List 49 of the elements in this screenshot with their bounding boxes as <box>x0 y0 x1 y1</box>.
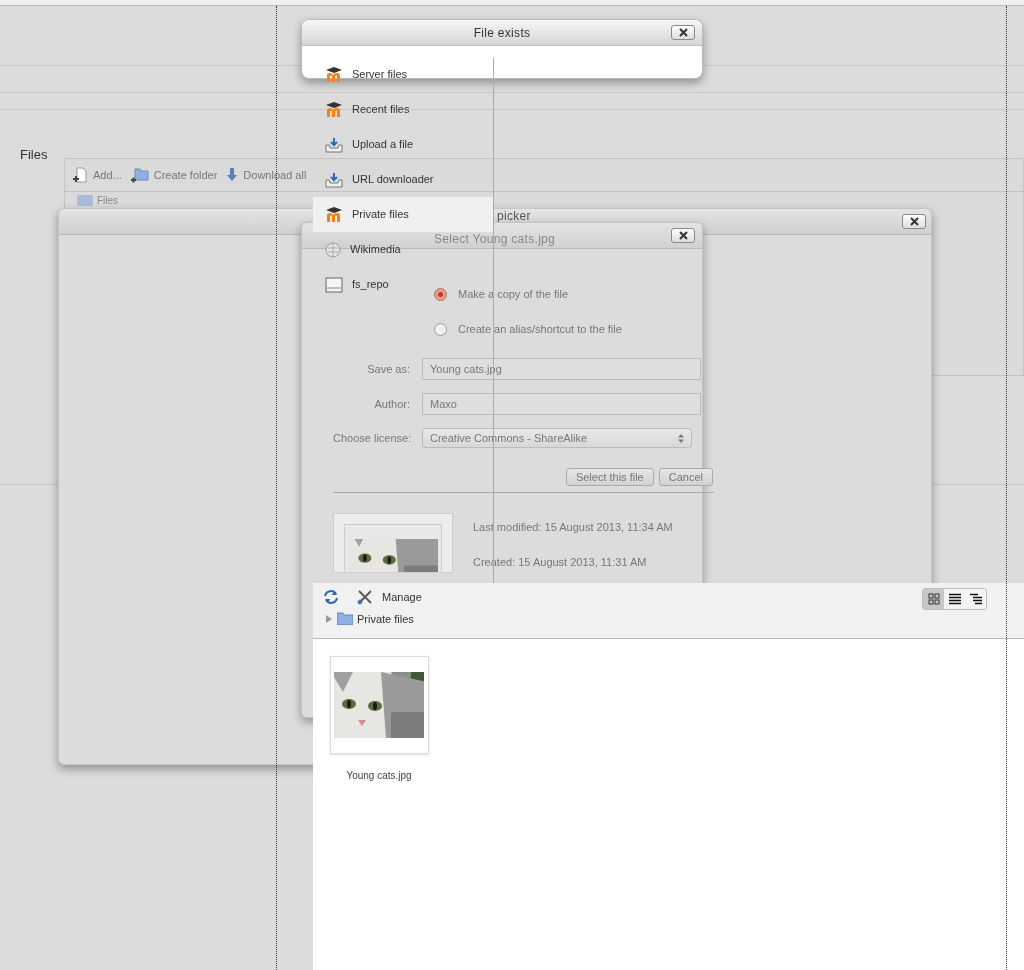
mortarboard-m-icon <box>325 206 343 223</box>
grid-icon <box>927 593 940 605</box>
up-down-arrows-icon <box>678 433 684 443</box>
field-label: Save as: <box>366 361 411 377</box>
close-icon <box>678 231 688 240</box>
drive-icon <box>325 276 343 293</box>
section-label: Files <box>20 146 48 164</box>
text-field[interactable]: Maxo <box>422 393 701 415</box>
breadcrumb-item[interactable]: Private files <box>357 610 414 627</box>
close-button[interactable] <box>902 214 926 229</box>
tree-list-icon <box>969 593 982 605</box>
download-tray-icon <box>325 171 343 188</box>
add-file-icon <box>72 167 88 183</box>
folder-icon <box>77 195 93 206</box>
dialog-title: Select Young cats.jpg <box>434 231 556 248</box>
toolbar-button[interactable]: Download all <box>226 166 307 184</box>
down-arrow-icon <box>226 168 239 182</box>
license-dropdown[interactable]: Creative Commons - ShareAlike <box>422 428 692 448</box>
file-detail: Last modified: 15 August 2013, 11:34 AM <box>473 520 673 535</box>
repository-item[interactable]: Upload a file <box>325 127 414 162</box>
close-button[interactable] <box>671 25 695 40</box>
file-name[interactable]: Young cats.jpg <box>346 768 412 783</box>
globe-icon <box>325 241 341 258</box>
repository-item[interactable]: Wikimedia <box>325 232 401 267</box>
add-folder-icon <box>130 167 149 183</box>
mortarboard-m-icon <box>325 66 343 83</box>
dialog-title: picker <box>497 210 531 223</box>
close-button[interactable] <box>671 228 695 243</box>
folder-icon <box>337 612 353 626</box>
field-label: Choose license: <box>333 430 413 446</box>
mortarboard-m-icon <box>325 101 343 118</box>
dialog-title: File exists <box>473 24 531 42</box>
radio-label: Create an alias/shortcut to the file <box>458 321 622 337</box>
repository-item[interactable]: Recent files <box>325 92 410 127</box>
repository-item[interactable]: Private files <box>313 197 493 232</box>
close-icon <box>678 28 688 37</box>
list-icon <box>948 593 961 605</box>
field-label: Author: <box>373 396 411 412</box>
repository-item[interactable]: URL downloader <box>325 162 434 197</box>
tools-icon <box>357 589 373 606</box>
close-icon <box>909 217 919 226</box>
repository-item[interactable]: fs_repo <box>325 267 389 302</box>
file-thumbnail[interactable] <box>329 656 429 754</box>
refresh-icon[interactable] <box>323 589 339 606</box>
text-field[interactable]: Young cats.jpg <box>422 358 701 380</box>
repository-item[interactable]: Server files <box>325 57 408 92</box>
download-tray-icon <box>325 136 343 153</box>
manage-button[interactable]: Manage <box>357 589 422 606</box>
file-detail: Created: 15 August 2013, 11:31 AM <box>473 554 648 570</box>
